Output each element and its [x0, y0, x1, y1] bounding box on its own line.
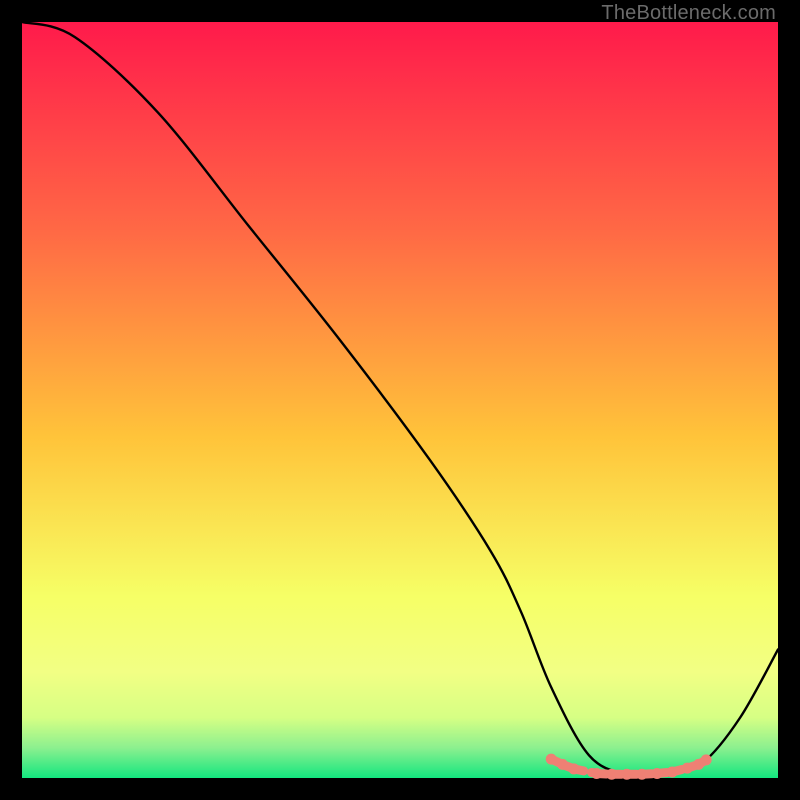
marker-dot — [701, 754, 712, 765]
chart-frame — [22, 22, 778, 778]
bottleneck-chart — [22, 22, 778, 778]
watermark-text: TheBottleneck.com — [601, 2, 776, 25]
gradient-background — [22, 22, 778, 778]
